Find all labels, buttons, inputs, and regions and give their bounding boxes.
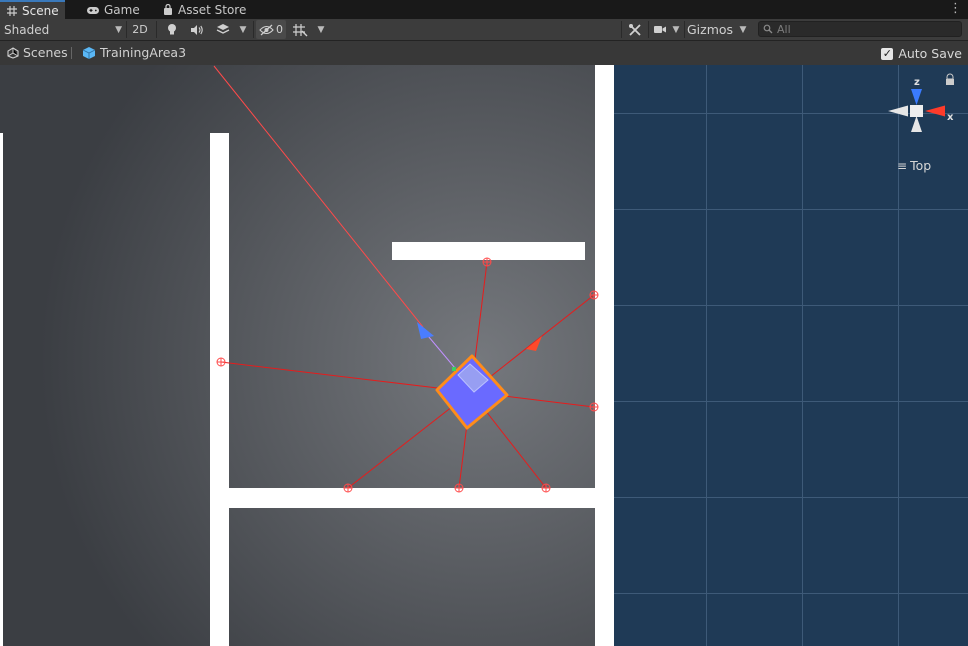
autosave-toggle[interactable]: ✓ Auto Save xyxy=(881,46,962,61)
hidden-objects-count: 0 xyxy=(276,23,283,36)
draw-mode-label: Shaded xyxy=(4,22,50,37)
draw-mode-dropdown[interactable]: Shaded ▼ xyxy=(4,20,122,39)
chevron-down-icon: ▼ xyxy=(115,24,122,35)
toolbar-divider xyxy=(684,21,685,38)
chevron-down-icon: ▼ xyxy=(739,24,747,35)
breadcrumb-current-label: TrainingArea3 xyxy=(100,45,187,60)
camera-icon xyxy=(654,26,666,33)
unity-logo-icon xyxy=(7,46,19,59)
lock-icon-body xyxy=(946,79,954,85)
editor-tab-bar: Scene Game Asset Store ⋮ xyxy=(0,0,968,19)
tab-asset-store[interactable]: Asset Store xyxy=(156,0,252,19)
axis-x-label: x xyxy=(947,112,954,123)
eye-hidden-icon xyxy=(259,24,274,35)
scene-canvas xyxy=(0,65,968,646)
hidden-objects-toggle[interactable]: 0 xyxy=(256,20,286,39)
breadcrumb-scenes[interactable]: Scenes xyxy=(7,45,68,60)
search-placeholder: All xyxy=(777,22,791,36)
tools-button[interactable] xyxy=(625,20,645,39)
wall-bottom xyxy=(229,488,595,508)
search-icon xyxy=(763,24,773,34)
toggle-2d-button[interactable]: 2D xyxy=(128,20,152,39)
axis-z-cone[interactable] xyxy=(911,89,922,105)
axis-x-cone[interactable] xyxy=(925,105,945,117)
autosave-checkbox[interactable]: ✓ xyxy=(881,47,894,60)
tab-scene[interactable]: Scene xyxy=(0,0,65,19)
wall-obstacle xyxy=(392,242,585,260)
gizmos-dropdown[interactable]: ▼ xyxy=(735,20,751,39)
grid-snap-icon xyxy=(293,23,308,36)
scene-viewport[interactable]: z x ≡ Top xyxy=(0,65,968,646)
axis-z-label: z xyxy=(914,77,920,88)
wall-right xyxy=(595,65,614,646)
gizmos-button[interactable]: Gizmos xyxy=(686,20,734,39)
autosave-label: Auto Save xyxy=(898,46,962,61)
tab-asset-store-label: Asset Store xyxy=(178,2,247,17)
view-mode-text: Top xyxy=(910,158,932,173)
lightbulb-icon xyxy=(168,24,176,35)
breadcrumb-separator xyxy=(71,47,72,59)
chevron-down-icon: ▼ xyxy=(672,24,680,35)
training-area-floor xyxy=(0,65,614,646)
chevron-down-icon: ▼ xyxy=(317,24,325,35)
tools-icon xyxy=(629,23,641,36)
toolbar-divider xyxy=(253,21,254,38)
wall-left xyxy=(210,133,229,646)
toggle-2d-label: 2D xyxy=(132,23,148,36)
layers-icon xyxy=(216,24,230,34)
breadcrumb-bar: Scenes TrainingArea3 ✓ Auto Save xyxy=(0,41,968,66)
gizmo-center-cube[interactable] xyxy=(910,105,923,117)
more-options-icon[interactable]: ⋮ xyxy=(949,1,962,16)
axis-neg-z-cone[interactable] xyxy=(911,116,922,132)
tab-game[interactable]: Game xyxy=(80,0,146,19)
gizmos-label: Gizmos xyxy=(686,22,734,37)
chevron-down-icon: ▼ xyxy=(239,24,247,35)
toolbar-divider xyxy=(621,21,622,38)
tab-scene-label: Scene xyxy=(22,3,59,18)
toolbar-divider xyxy=(126,21,127,38)
bag-icon xyxy=(164,3,172,15)
grid-snap-toggle[interactable] xyxy=(289,20,311,39)
breadcrumb-scenes-label: Scenes xyxy=(23,45,68,60)
tab-game-label: Game xyxy=(104,2,140,17)
scene-search-input[interactable]: All xyxy=(758,21,962,37)
prefab-cube-icon xyxy=(82,46,96,59)
grid-icon xyxy=(7,5,17,16)
menu-lines-icon: ≡ xyxy=(897,158,908,173)
gamepad-icon xyxy=(87,6,99,14)
grid-dropdown[interactable]: ▼ xyxy=(314,20,328,39)
lock-icon[interactable] xyxy=(946,73,954,80)
toolbar-divider xyxy=(648,21,649,38)
axis-neg-x-cone[interactable] xyxy=(888,105,908,117)
camera-dropdown[interactable]: ▼ xyxy=(669,20,683,39)
orientation-gizmo[interactable]: z x xyxy=(884,73,964,153)
wall-far-left xyxy=(0,133,3,646)
view-mode-label[interactable]: ≡ Top xyxy=(897,158,931,173)
camera-button[interactable] xyxy=(651,20,669,39)
toolbar-divider xyxy=(156,21,157,38)
audio-toggle[interactable] xyxy=(187,20,207,39)
effects-dropdown[interactable]: ▼ xyxy=(236,20,250,39)
breadcrumb-training-area[interactable]: TrainingArea3 xyxy=(82,45,186,60)
lighting-toggle[interactable] xyxy=(162,20,182,39)
speaker-icon xyxy=(191,24,203,35)
effects-toggle[interactable] xyxy=(212,20,234,39)
